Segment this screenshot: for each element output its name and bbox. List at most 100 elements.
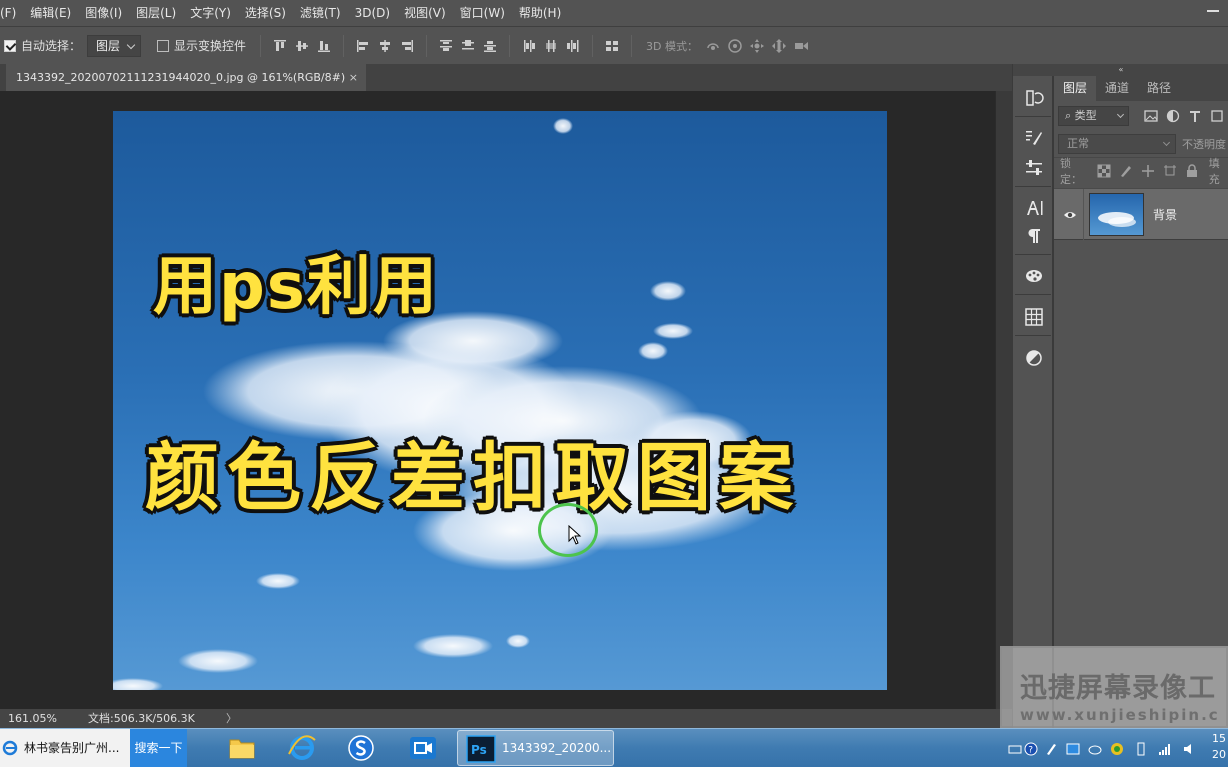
- document-image[interactable]: [113, 111, 887, 690]
- paragraph-icon[interactable]: [1024, 226, 1044, 246]
- menu-image[interactable]: 图像(I): [78, 0, 129, 26]
- divider: [1015, 116, 1051, 117]
- menu-window[interactable]: 窗口(W): [453, 0, 512, 26]
- menu-layer[interactable]: 图层(L): [129, 0, 183, 26]
- filter-type-icon[interactable]: [1187, 108, 1203, 124]
- character-icon[interactable]: [1024, 198, 1044, 218]
- clock-date: 20: [1212, 748, 1226, 761]
- adjust-icon[interactable]: [1024, 158, 1044, 178]
- auto-select-dropdown[interactable]: 图层: [87, 34, 142, 57]
- help-icon[interactable]: ?: [1024, 741, 1038, 756]
- usb-icon[interactable]: [1134, 741, 1148, 756]
- ps-icon: Ps: [466, 735, 496, 763]
- blend-mode-dropdown[interactable]: 正常: [1058, 134, 1176, 154]
- menu-view[interactable]: 视图(V): [397, 0, 453, 26]
- svg-text:Ps: Ps: [471, 743, 487, 757]
- palette-icon[interactable]: [1024, 266, 1044, 286]
- opacity-label: 不透明度: [1182, 138, 1226, 151]
- vertical-scrollbar[interactable]: [995, 91, 1012, 709]
- filter-adjustment-icon[interactable]: [1165, 108, 1181, 124]
- 3d-pan-icon[interactable]: [749, 38, 765, 54]
- network-icon[interactable]: [1066, 741, 1080, 755]
- menu-bar: (F) 编辑(E) 图像(I) 图层(L) 文字(Y) 选择(S) 滤镜(T) …: [0, 0, 1228, 26]
- watermark-url: www.xunjieshipin.c: [1020, 706, 1220, 724]
- signal-icon[interactable]: [1158, 741, 1172, 755]
- layer-visibility-toggle[interactable]: [1054, 189, 1084, 241]
- collapse-panels-button[interactable]: «: [1013, 64, 1228, 76]
- ie-news-label: 林书豪告别广州...: [24, 741, 120, 755]
- auto-align-icon[interactable]: [604, 38, 620, 54]
- layer-row[interactable]: 背景: [1054, 188, 1228, 241]
- distribute-left-icon[interactable]: [521, 38, 537, 54]
- filter-image-icon[interactable]: [1143, 108, 1159, 124]
- align-top-icon[interactable]: [272, 38, 288, 54]
- tab-channels[interactable]: 通道: [1096, 76, 1138, 101]
- show-transform-label: 显示变换控件: [174, 39, 247, 53]
- 3d-slide-icon[interactable]: [771, 38, 787, 54]
- taskbar-sogou[interactable]: [334, 730, 388, 766]
- taskbar-search-button[interactable]: 搜索一下: [130, 729, 187, 767]
- menu-help[interactable]: 帮助(H): [512, 0, 568, 26]
- align-left-icon[interactable]: [355, 38, 371, 54]
- distribute-vcenter-icon[interactable]: [460, 38, 476, 54]
- menu-select[interactable]: 选择(S): [238, 0, 293, 26]
- menu-3d[interactable]: 3D(D): [348, 0, 397, 26]
- menu-edit[interactable]: 编辑(E): [23, 0, 78, 26]
- align-right-icon[interactable]: [399, 38, 415, 54]
- folder-icon: [229, 739, 255, 759]
- distribute-bottom-icon[interactable]: [482, 38, 498, 54]
- video-icon: [410, 737, 436, 759]
- 3d-roll-icon[interactable]: [727, 38, 743, 54]
- tab-paths[interactable]: 路径: [1138, 76, 1180, 101]
- taskbar-recorder[interactable]: [396, 730, 450, 766]
- zoom-level[interactable]: 161.05%: [8, 709, 57, 728]
- cloud-icon[interactable]: [1088, 741, 1102, 755]
- volume-icon[interactable]: [1182, 741, 1196, 755]
- clock[interactable]: 15 20: [1212, 731, 1226, 763]
- distribute-hcenter-icon[interactable]: [543, 38, 559, 54]
- watermark-title: 迅捷屏幕录像工: [1020, 673, 1216, 704]
- taskbar-explorer[interactable]: [215, 730, 269, 766]
- 3d-scale-icon[interactable]: [793, 38, 809, 54]
- taskbar-photoshop[interactable]: Ps 1343392_20200...: [457, 730, 614, 766]
- ie-icon: [288, 735, 316, 760]
- adjustment-icon[interactable]: [1024, 348, 1044, 368]
- layer-filter-dropdown[interactable]: ⌕ 类型: [1058, 106, 1129, 126]
- lock-transparent-icon[interactable]: [1097, 164, 1111, 178]
- lock-pixels-icon[interactable]: [1119, 164, 1133, 178]
- document-tab[interactable]: 1343392_20200702111231944020_0.jpg @ 161…: [6, 64, 366, 91]
- fill-label: 填充: [1208, 156, 1220, 186]
- menu-filter[interactable]: 滤镜(T): [293, 0, 348, 26]
- grid-icon[interactable]: [1024, 307, 1044, 327]
- minimize-button[interactable]: [1198, 0, 1228, 20]
- history-icon[interactable]: [1024, 88, 1044, 108]
- layers-panel: 图层 通道 路径 ⌕ 类型 正常 不透明度 锁定： 填充 背景: [1053, 76, 1228, 728]
- lock-artboard-icon[interactable]: [1163, 164, 1177, 178]
- divider: [592, 34, 594, 57]
- auto-select-checkbox[interactable]: [4, 39, 16, 52]
- tab-layers[interactable]: 图层: [1054, 76, 1097, 101]
- lock-icon[interactable]: [1185, 163, 1199, 178]
- divider: [426, 34, 428, 57]
- keyboard-icon[interactable]: [1008, 741, 1022, 755]
- close-icon[interactable]: ×: [349, 64, 358, 91]
- ie-news-item[interactable]: 林书豪告别广州...: [0, 729, 130, 767]
- filter-shape-icon[interactable]: [1209, 108, 1225, 124]
- show-transform-checkbox[interactable]: [157, 39, 170, 52]
- taskbar-ie[interactable]: [275, 730, 329, 766]
- align-bottom-icon[interactable]: [316, 38, 332, 54]
- layer-name: 背景: [1153, 208, 1178, 222]
- brush-presets-icon[interactable]: [1024, 128, 1044, 148]
- pen-icon[interactable]: [1044, 741, 1058, 755]
- menu-file[interactable]: (F): [0, 0, 23, 26]
- align-hcenter-icon[interactable]: [377, 38, 393, 54]
- align-vcenter-icon[interactable]: [294, 38, 310, 54]
- 3d-rotate-icon[interactable]: [705, 38, 721, 54]
- lock-position-icon[interactable]: [1141, 164, 1155, 178]
- divider: [260, 34, 262, 57]
- distribute-top-icon[interactable]: [438, 38, 454, 54]
- status-menu-arrow[interactable]: 〉: [226, 709, 237, 728]
- distribute-right-icon[interactable]: [565, 38, 581, 54]
- security-icon[interactable]: [1110, 741, 1124, 755]
- menu-type[interactable]: 文字(Y): [183, 0, 238, 26]
